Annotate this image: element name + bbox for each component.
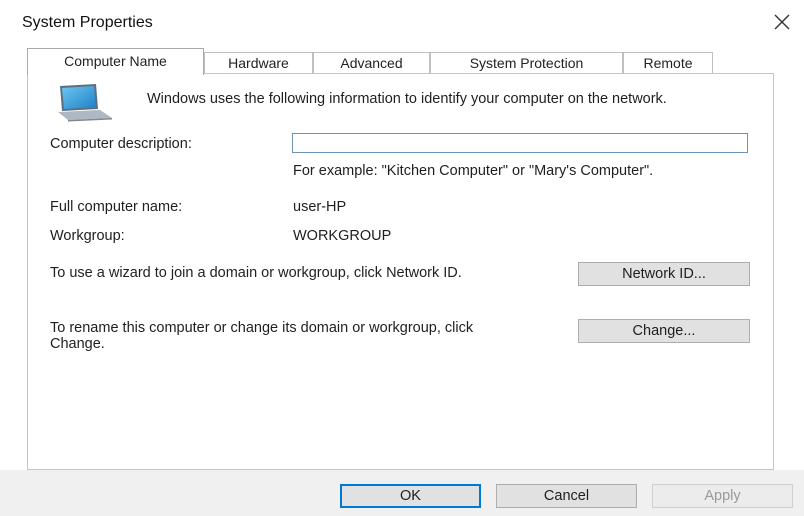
workgroup-value: WORKGROUP bbox=[293, 228, 392, 244]
computer-description-hint: For example: "Kitchen Computer" or "Mary… bbox=[293, 163, 654, 179]
window-title: System Properties bbox=[22, 14, 153, 31]
full-computer-name-value: user-HP bbox=[293, 199, 347, 215]
workgroup-label: Workgroup: bbox=[50, 228, 125, 244]
computer-icon bbox=[58, 84, 112, 122]
title-bar: System Properties bbox=[0, 0, 804, 46]
tab-advanced[interactable]: Advanced bbox=[313, 52, 430, 73]
cancel-button[interactable]: Cancel bbox=[496, 484, 637, 508]
tab-remote[interactable]: Remote bbox=[623, 52, 713, 73]
change-button[interactable]: Change... bbox=[578, 319, 750, 343]
full-computer-name-label: Full computer name: bbox=[50, 199, 183, 215]
network-id-text: To use a wizard to join a domain or work… bbox=[50, 265, 462, 281]
change-text: To rename this computer or change its do… bbox=[50, 320, 474, 352]
intro-text: Windows uses the following information t… bbox=[147, 91, 667, 107]
computer-description-label: Computer description: bbox=[50, 136, 192, 152]
close-icon[interactable] bbox=[770, 10, 794, 34]
ok-button[interactable]: OK bbox=[340, 484, 481, 508]
computer-description-input[interactable] bbox=[292, 133, 748, 153]
tab-system-protection[interactable]: System Protection bbox=[430, 52, 623, 73]
tab-hardware[interactable]: Hardware bbox=[204, 52, 313, 73]
apply-button[interactable]: Apply bbox=[652, 484, 793, 508]
network-id-button[interactable]: Network ID... bbox=[578, 262, 750, 286]
dialog-footer: OK Cancel Apply bbox=[0, 470, 804, 516]
tab-computer-name[interactable]: Computer Name bbox=[27, 48, 204, 75]
